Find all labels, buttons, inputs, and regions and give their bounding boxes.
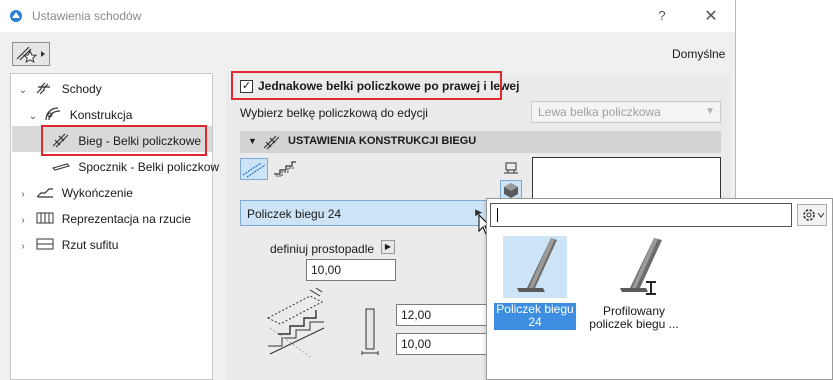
stringer-preview-box [532, 157, 721, 202]
steel-stringer-icon [517, 238, 557, 292]
view-2d-icon[interactable] [502, 160, 520, 176]
thickness-input[interactable]: 10,00 [306, 259, 396, 281]
height-input[interactable]: 12,00 [396, 304, 488, 326]
straight-stringer-icon [242, 162, 266, 178]
stringer-profile-picker[interactable]: Policzek biegu 24 ▶ [240, 200, 488, 226]
tree-item-label: Konstrukcja [69, 108, 133, 122]
chevron-right-icon[interactable]: › [17, 236, 29, 258]
window-title: Ustawienia schodów [32, 9, 142, 23]
tree-item-wykonczenie[interactable]: › Wykończenie [17, 182, 133, 204]
gear-icon [803, 209, 825, 221]
section-collapse-icon[interactable]: ▼ [248, 136, 257, 146]
stringer-type-straight-button[interactable] [240, 158, 268, 180]
tree-item-label: Spocznik - Belki policzkow [78, 160, 220, 174]
title-bar: Ustawienia schodów ? ✕ [0, 0, 735, 32]
tree-item-label: Wykończenie [61, 186, 133, 200]
stepped-stringer-icon [274, 161, 296, 177]
chevron-right-icon[interactable]: › [17, 210, 29, 232]
view-3d-button[interactable] [500, 180, 522, 200]
tree-item-konstrukcja[interactable]: ⌄ Konstrukcja [27, 104, 132, 126]
profiled-stringer-icon [620, 238, 662, 295]
tree-item-label: Reprezentacja na rzucie [61, 212, 192, 226]
stringer-profile-value: Policzek biegu 24 [247, 207, 342, 221]
library-settings-button[interactable] [797, 204, 827, 226]
library-item-policzek-24-thumb[interactable] [503, 236, 567, 298]
checkbox-highlight-frame [231, 71, 502, 100]
stringer-section-diagram [266, 288, 325, 359]
archicad-app-icon [10, 10, 22, 22]
stairs-icon [36, 82, 51, 95]
chevron-down-icon[interactable]: ⌄ [17, 80, 29, 102]
chevron-right-icon[interactable]: › [17, 184, 29, 206]
define-perpendicular-label: definiuj prostopadle [270, 242, 375, 256]
structure-icon [45, 107, 61, 121]
cube-icon [504, 183, 518, 198]
help-button[interactable]: ? [655, 8, 669, 23]
library-item-profilowany-thumb[interactable] [600, 236, 668, 298]
tree-item-reprezentacja[interactable]: › Reprezentacja na rzucie [17, 208, 191, 230]
tree-item-label: Schody [61, 82, 102, 96]
stringer-select-value: Lewa belka policzkowa [538, 105, 661, 119]
settings-tree-panel: ⌄ Schody ⌄ Konstrukcja Bieg - Belki poli… [10, 73, 219, 380]
chevron-down-icon[interactable]: ⌄ [27, 106, 39, 128]
defaults-label: Domyślne [672, 47, 726, 61]
tree-item-rzut-sufitu[interactable]: › Rzut sufitu [17, 234, 118, 256]
define-perpendicular-toggle[interactable]: ▶ [381, 240, 395, 254]
chevron-down-icon: ▼ [705, 106, 715, 117]
landing-stringer-icon [51, 163, 71, 171]
tree-item-schody[interactable]: ⌄ Schody [17, 78, 102, 100]
ceiling-plan-icon [36, 238, 54, 250]
tree-item-label: Rzut sufitu [61, 238, 119, 252]
stringer-type-stepped-button[interactable] [272, 158, 300, 180]
tree-item-spocznik-belki[interactable]: Spocznik - Belki policzkow [51, 156, 219, 178]
close-button[interactable]: ✕ [703, 6, 719, 26]
finishes-icon [36, 188, 54, 198]
library-item-label[interactable]: Profilowany policzek biegu ... [584, 305, 684, 331]
favorites-button[interactable] [12, 42, 50, 66]
text-caret [497, 208, 498, 222]
library-item-label[interactable]: Policzek biegu 24 [494, 303, 576, 330]
library-search-input[interactable] [490, 203, 792, 227]
stringer-width-diagram [361, 308, 379, 355]
favorites-star-icon [16, 46, 45, 64]
floor-plan-icon [36, 212, 54, 224]
stringer-icon [263, 135, 280, 150]
stringer-select-label: Wybierz belkę policzkową do edycji [240, 106, 428, 120]
section-header[interactable]: ▼ USTAWIENIA KONSTRUKCJI BIEGU [240, 131, 721, 153]
tree-highlight-frame [41, 125, 207, 156]
section-title: USTAWIENIA KONSTRUKCJI BIEGU [288, 135, 477, 147]
stringer-select-dropdown[interactable]: Lewa belka policzkowa ▼ [531, 101, 721, 123]
width-input[interactable]: 10,00 [396, 333, 488, 355]
